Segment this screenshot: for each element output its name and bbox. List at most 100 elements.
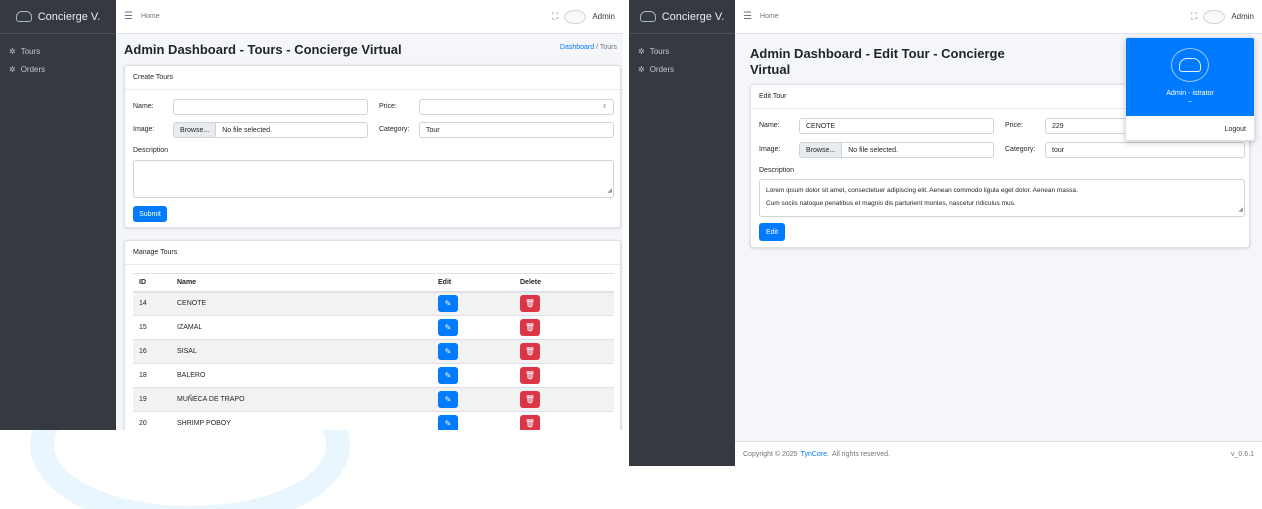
pencil-icon: ✎ — [444, 323, 452, 332]
menu-toggle-icon[interactable]: ☰ — [124, 11, 133, 22]
version-text: v_0.6.1 — [1231, 450, 1254, 458]
edit-button[interactable]: ✎ — [438, 391, 458, 408]
main-content: ☰ Home ⛶ Admin Admin Dashboard - Edit To… — [735, 0, 1262, 466]
card-title: Manage Tours — [125, 241, 620, 265]
category-input[interactable]: Tour — [419, 122, 614, 138]
cell-name: IZAMAL — [171, 315, 432, 340]
resize-handle-icon[interactable]: ◢ — [1238, 204, 1243, 216]
main-content: ☰ Home ⛶ Admin Admin Dashboard - Tours -… — [116, 0, 623, 430]
dropdown-footer: Logout — [1126, 116, 1254, 140]
file-name-text: No file selected. — [222, 127, 272, 134]
name-label: Name: — [759, 122, 780, 129]
sidebar: Concierge V. ✲ Tours ✲ Orders — [629, 0, 735, 466]
logout-button[interactable]: Logout — [1225, 126, 1246, 133]
delete-button[interactable]: 🗑 — [520, 367, 540, 384]
category-input[interactable]: tour — [1045, 142, 1245, 158]
card-title: Create Tours — [125, 66, 620, 90]
avatar[interactable] — [564, 9, 587, 24]
edit-button[interactable]: ✎ — [438, 319, 458, 336]
fullscreen-icon[interactable]: ⛶ — [1191, 11, 1197, 22]
table-row: 18 BALERO ✎ 🗑 — [133, 363, 614, 388]
delete-button[interactable]: 🗑 — [520, 415, 540, 430]
table-row: 15 IZAMAL ✎ 🗑 — [133, 315, 614, 340]
resize-handle-icon[interactable]: ◢ — [607, 185, 612, 197]
sidebar-item-tours[interactable]: ✲ Tours — [0, 42, 116, 60]
browse-button[interactable]: Browse... — [174, 123, 217, 137]
delete-button[interactable]: 🗑 — [520, 343, 540, 360]
description-label: Description — [133, 147, 169, 154]
edit-button[interactable]: ✎ — [438, 343, 458, 360]
breadcrumb-dashboard-link[interactable]: Dashboard — [560, 44, 594, 51]
edit-button[interactable]: ✎ — [438, 367, 458, 384]
description-textarea[interactable]: Lorem ipsum dolor sit amet, consectetuer… — [759, 179, 1245, 217]
submit-button[interactable]: Submit — [133, 206, 167, 222]
menu-toggle-icon[interactable]: ☰ — [743, 11, 752, 22]
edit-tour-window: Concierge V. ✲ Tours ✲ Orders ☰ Home ⛶ A… — [629, 0, 1262, 466]
column-header-delete: Delete — [514, 273, 614, 293]
cell-name: SHRIMP POBOY — [171, 411, 432, 430]
home-link[interactable]: Home — [760, 13, 779, 20]
breadcrumb-separator: / — [596, 44, 599, 51]
delete-button[interactable]: 🗑 — [520, 295, 540, 313]
top-navbar: ☰ Home ⛶ Admin — [116, 0, 623, 34]
brand-link[interactable]: Concierge V. — [629, 0, 735, 34]
name-label: Name: — [133, 103, 154, 110]
column-header-edit: Edit — [432, 273, 514, 293]
description-label: Description — [759, 167, 795, 174]
screenshot-stage: Concierge V. ✲ Tours ✲ Orders ☰ Home ⛶ A… — [0, 0, 1262, 509]
copyright-text: Copyright © 2025 — [743, 450, 798, 458]
delete-button[interactable]: 🗑 — [520, 319, 540, 336]
column-header-name: Name — [171, 273, 432, 293]
logo-icon — [15, 11, 32, 22]
brand-text: Concierge V. — [37, 10, 101, 23]
delete-button[interactable]: 🗑 — [520, 391, 540, 408]
tours-dashboard-window: Concierge V. ✲ Tours ✲ Orders ☰ Home ⛶ A… — [0, 0, 623, 430]
user-header: Admin - istrator – — [1126, 38, 1254, 116]
cell-name: MUÑECA DE TRAPO — [171, 387, 432, 412]
cell-id: 18 — [133, 363, 171, 388]
brand-text: Concierge V. — [661, 10, 725, 23]
sidebar-item-orders[interactable]: ✲ Orders — [629, 60, 735, 78]
top-navbar: ☰ Home ⛶ Admin — [735, 0, 1262, 34]
category-label: Category: — [379, 126, 410, 133]
breadcrumb: Dashboard / Tours — [560, 44, 617, 51]
file-name-text: No file selected. — [848, 147, 898, 154]
avatar[interactable] — [1203, 9, 1226, 24]
description-line: Cum sociis natoque penatibus et magnis d… — [766, 200, 1016, 207]
sidebar-item-label: Orders — [649, 64, 675, 74]
company-link[interactable]: TynCore. — [801, 451, 829, 458]
brand-link[interactable]: Concierge V. — [0, 0, 116, 34]
image-file-input[interactable]: Browse... No file selected. — [799, 142, 994, 158]
sidebar-item-orders[interactable]: ✲ Orders — [0, 60, 116, 78]
fullscreen-icon[interactable]: ⛶ — [552, 11, 558, 22]
user-dropdown-menu: Admin - istrator – Logout — [1125, 37, 1255, 141]
page-title-line: Virtual — [750, 62, 791, 77]
breadcrumb-current: Tours — [599, 44, 617, 51]
user-menu-label[interactable]: Admin — [1231, 12, 1254, 21]
pencil-icon: ✎ — [444, 395, 452, 404]
pencil-icon: ✎ — [444, 347, 452, 356]
price-input[interactable]: ⬍ — [419, 99, 614, 115]
edit-button[interactable]: ✎ — [438, 415, 458, 430]
compass-icon: ✲ — [638, 64, 645, 74]
edit-submit-button[interactable]: Edit — [759, 223, 785, 241]
user-menu-label[interactable]: Admin — [592, 12, 615, 21]
table-row: 19 MUÑECA DE TRAPO ✎ 🗑 — [133, 387, 614, 412]
cell-name: SISAL — [171, 339, 432, 364]
page-title-line: Admin Dashboard - Edit Tour - Concierge — [750, 46, 1005, 61]
browse-button[interactable]: Browse... — [800, 143, 843, 157]
cell-name: CENOTE — [171, 291, 432, 316]
number-spinner-icon[interactable]: ⬍ — [602, 103, 607, 110]
home-link[interactable]: Home — [141, 13, 160, 20]
edit-button[interactable]: ✎ — [438, 295, 458, 313]
description-textarea[interactable]: ◢ — [133, 160, 614, 198]
manage-tours-card: Manage Tours ID Name Edit Delete 14 CENO… — [124, 240, 621, 430]
column-header-id: ID — [133, 273, 171, 293]
description-line: Lorem ipsum dolor sit amet, consectetuer… — [766, 187, 1078, 194]
name-input[interactable]: CENOTE — [799, 118, 994, 134]
image-file-input[interactable]: Browse... No file selected. — [173, 122, 368, 138]
name-input[interactable] — [173, 99, 368, 115]
user-role-dash: – — [1188, 98, 1192, 105]
sidebar-item-tours[interactable]: ✲ Tours — [629, 42, 735, 60]
sidebar-item-label: Orders — [20, 64, 46, 74]
